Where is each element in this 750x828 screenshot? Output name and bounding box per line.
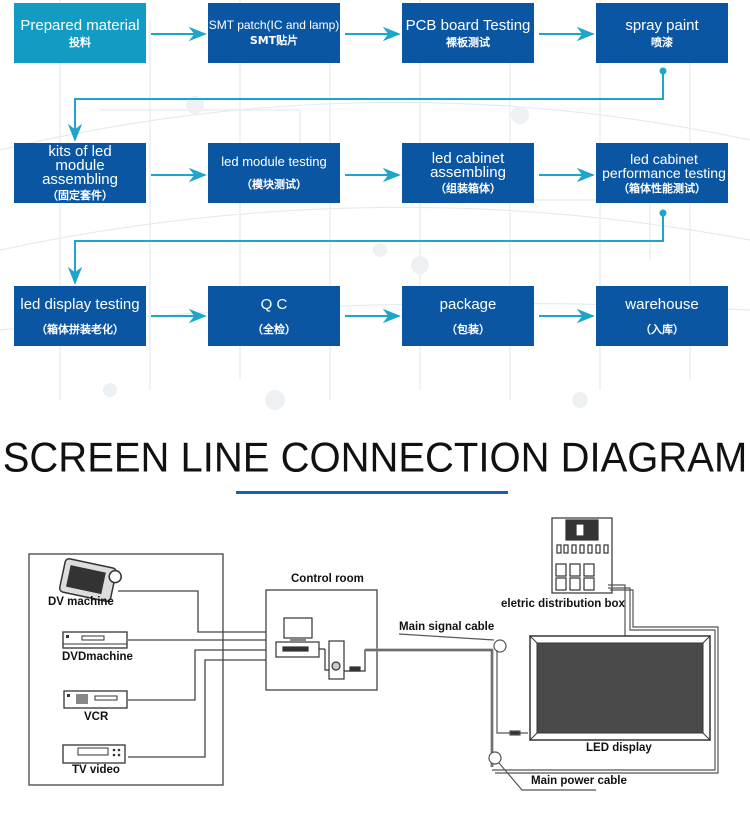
connection-diagram [28,517,719,791]
label-led-display: LED display [586,742,652,754]
label-vcr: VCR [84,711,109,723]
label-electric-distribution-box: eletric distribution box [501,598,625,610]
vcr-icon [63,690,128,709]
sources-enclosure [28,553,224,786]
label-tv-video: TV video [72,764,120,776]
flow-connectors [67,26,667,324]
label-dvd-machine: DVDmachine [62,651,133,663]
title-underline [236,491,508,494]
cable-tv [128,659,266,758]
label-main-signal-cable: Main signal cable [399,621,495,633]
label-dv-machine: DV machine [48,596,114,608]
arrow-down-wrap [67,71,664,142]
cable-dv [118,590,266,633]
label-main-power-cable: Main power cable [531,775,627,787]
connector-dot [659,209,667,217]
section-title: SCREEN LINE CONNECTION DIAGRAM [2,434,748,482]
production-process-flow: Prepared material 投料 SMT patch(IC and la… [0,0,750,420]
led-display-icon [529,635,711,741]
tv-video-icon [62,744,126,764]
connector-dot [659,67,667,75]
computer-icon [275,617,377,680]
dvd-machine-icon [62,631,128,649]
control-room-box [265,589,378,691]
label-control-room: Control room [291,573,364,585]
electric-distribution-box-icon [551,517,613,594]
cable-vcr [128,649,266,701]
arrow-down-wrap [67,213,664,285]
